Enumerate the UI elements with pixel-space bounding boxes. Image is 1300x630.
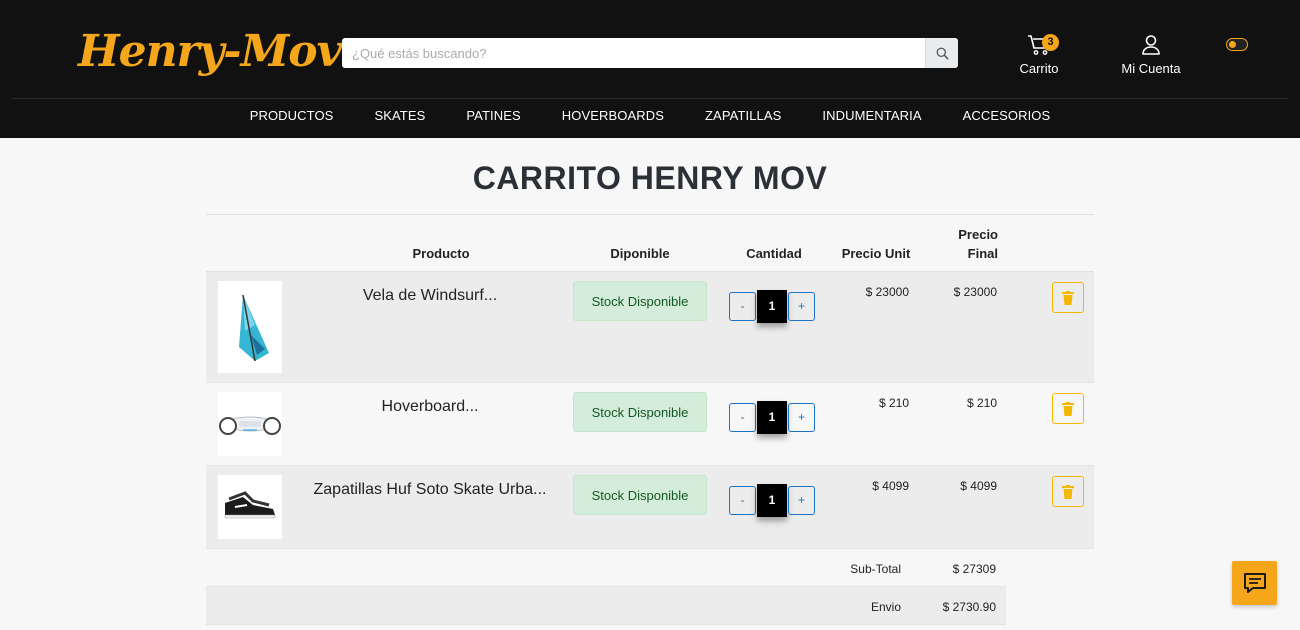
trash-icon [1062,401,1074,416]
user-icon [1142,35,1160,55]
header-divider [12,98,1288,99]
account-button[interactable]: Mi Cuenta [1116,34,1186,76]
col-precio-final-line2: Final [967,246,998,261]
unit-price: $ 210 [878,396,909,410]
qty-decrease-button[interactable]: - [729,485,756,515]
qty-increase-button[interactable]: + [788,485,815,515]
table-header: Producto Diponible Cantidad Precio Unit … [206,214,1094,272]
qty-value: 1 [757,400,787,434]
sneaker-icon [224,491,276,519]
product-name[interactable]: Zapatillas Huf Soto Skate Urba... [296,481,564,499]
qty-value: 1 [757,289,787,323]
search-input[interactable] [342,38,924,68]
unit-price: $ 23000 [865,285,909,299]
nav-accesorios[interactable]: ACCESORIOS [942,108,1071,123]
qty-increase-button[interactable]: + [788,291,815,321]
main-nav: PRODUCTOS SKATES PATINES HOVERBOARDS ZAP… [0,108,1300,123]
table-row: Zapatillas Huf Soto Skate Urba... Stock … [206,466,1094,549]
col-precio-final-line1: Precio [958,227,998,242]
table-row: Hoverboard... Stock Disponible - 1 + $ 2… [206,383,1094,466]
logo[interactable]: Henry-Mov [78,26,342,77]
chat-button[interactable] [1232,561,1277,605]
shipping-label: Envio [870,600,901,614]
search-icon [936,47,949,60]
nav-zapatillas[interactable]: ZAPATILLAS [685,108,802,123]
unit-price: $ 4099 [872,479,909,493]
subtotal-label: Sub-Total [850,562,901,576]
qty-decrease-button[interactable]: - [729,291,756,321]
table-row: Vela de Windsurf... Stock Disponible - 1… [206,272,1094,383]
final-price: $ 210 [966,396,997,410]
nav-productos[interactable]: PRODUCTOS [229,108,354,123]
nav-skates[interactable]: SKATES [354,108,446,123]
qty-increase-button[interactable]: + [788,402,815,432]
stock-badge: Stock Disponible [573,392,707,432]
cart-button[interactable]: 3 Carrito [1014,34,1064,76]
quantity-stepper: - 1 + [729,400,815,434]
trash-icon [1062,290,1074,305]
final-price: $ 4099 [960,479,997,493]
page-title: CARRITO HENRY MOV [472,160,828,196]
windsurf-sail-image[interactable] [218,281,282,373]
col-disponible: Diponible [610,246,670,261]
trash-icon [1062,484,1074,499]
subtotal-value: $ 27309 [952,562,996,576]
windsurf-sail-icon [239,294,269,362]
cart-label: Carrito [1019,61,1059,76]
product-name[interactable]: Hoverboard... [296,398,564,416]
nav-patines[interactable]: PATINES [446,108,541,123]
quantity-stepper: - 1 + [729,289,815,323]
cart-table: Producto Diponible Cantidad Precio Unit … [206,214,1094,625]
subtotal-row: Sub-Total $ 27309 [206,549,1006,587]
quantity-stepper: - 1 + [729,483,815,517]
shipping-row: Envio $ 2730.90 [206,587,1006,625]
hoverboard-icon [219,416,281,435]
delete-button[interactable] [1052,476,1084,507]
stock-badge: Stock Disponible [573,281,707,321]
site-header: Henry-Mov 3 Carrito Mi Cuenta PRODUCTOS … [0,0,1300,138]
product-name[interactable]: Vela de Windsurf... [296,287,564,305]
delete-button[interactable] [1052,393,1084,424]
chat-icon [1243,573,1266,593]
delete-button[interactable] [1052,282,1084,313]
col-producto: Producto [412,246,470,261]
search-button[interactable] [925,38,958,68]
col-cantidad: Cantidad [746,246,802,261]
sneaker-image[interactable] [218,475,282,539]
cart-count-badge: 3 [1042,34,1059,51]
final-price: $ 23000 [953,285,997,299]
toggle-knob [1229,41,1236,48]
stock-badge: Stock Disponible [573,475,707,515]
qty-value: 1 [757,483,787,517]
nav-indumentaria[interactable]: INDUMENTARIA [802,108,942,123]
theme-toggle[interactable] [1226,38,1248,51]
hoverboard-image[interactable] [218,392,282,456]
shipping-value: $ 2730.90 [942,600,996,614]
account-label: Mi Cuenta [1121,61,1181,76]
qty-decrease-button[interactable]: - [729,402,756,432]
nav-hoverboards[interactable]: HOVERBOARDS [541,108,684,123]
col-precio-unit: Precio Unit [841,246,911,261]
search-bar [342,38,958,68]
